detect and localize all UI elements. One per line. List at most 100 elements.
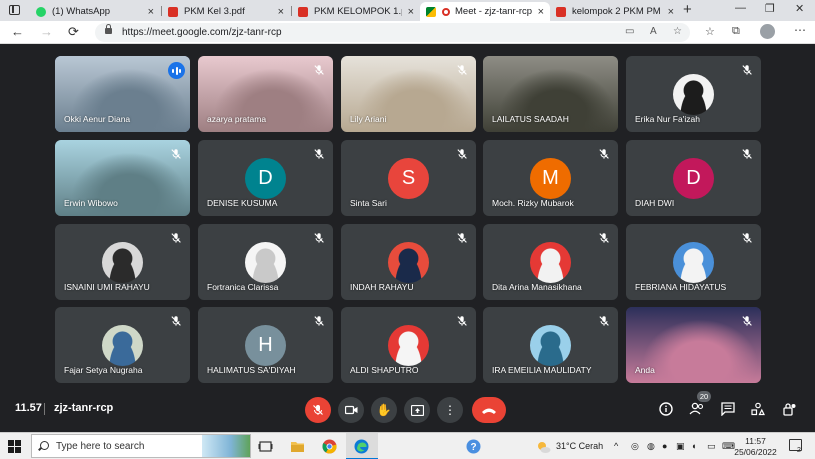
more-options-button[interactable]: ⋮ [437, 397, 463, 423]
participant-initial-avatar: S [388, 158, 429, 199]
participant-tile[interactable]: FEBRIANA HIDAYATUS [626, 224, 761, 300]
participant-tile[interactable]: M Moch. Rizky Mubarok [483, 140, 618, 216]
camera-toggle-button[interactable] [338, 397, 364, 423]
participant-tile[interactable]: D DENISE KUSUMA [198, 140, 333, 216]
participant-tile[interactable]: Okki Aenur Diana [55, 56, 190, 132]
present-icon [410, 404, 424, 416]
close-tab-icon[interactable]: × [278, 6, 284, 18]
tab-pkm-kelompok-1[interactable]: PKM KELOMPOK 1.pdf × [292, 2, 420, 21]
clock-time: 11:57 [745, 436, 766, 446]
tab-kelompok-2[interactable]: kelompok 2 PKM PM .pdf × [550, 2, 680, 21]
browser-tab-strip: (1) WhatsApp × PKM Kel 3.pdf × PKM KELOM… [0, 0, 815, 21]
participant-profile-photo [673, 242, 714, 283]
profile-avatar[interactable] [760, 24, 775, 39]
participant-tile[interactable]: INDAH RAHAYU [341, 224, 476, 300]
host-controls-button[interactable] [780, 400, 798, 418]
forward-arrow-icon[interactable]: → [40, 24, 53, 39]
pdf-icon [298, 6, 308, 17]
participant-tile[interactable]: Erwin Wibowo [55, 140, 190, 216]
participant-profile-photo [530, 242, 571, 283]
close-window-button[interactable]: ✕ [795, 2, 804, 15]
participant-tile[interactable]: Fajar Setya Nugraha [55, 307, 190, 383]
help-icon[interactable]: ? [466, 439, 481, 454]
search-highlight-image [202, 435, 250, 457]
show-everyone-button[interactable] [688, 400, 706, 418]
edge-icon [354, 439, 369, 454]
favorites-icon[interactable]: ☆ [705, 25, 715, 38]
close-tab-icon[interactable]: × [538, 6, 544, 18]
chat-icon [721, 402, 735, 416]
lock-icon [105, 24, 112, 34]
back-arrow-icon[interactable]: ← [11, 24, 24, 39]
taskbar-search-box[interactable]: Type here to search [31, 434, 251, 458]
close-tab-icon[interactable]: × [408, 6, 414, 18]
muted-mic-icon [456, 231, 468, 243]
favorite-add-icon[interactable]: ☆ [673, 26, 682, 37]
reload-icon[interactable]: ⟳ [68, 24, 79, 40]
hand-icon: ✋ [376, 403, 392, 417]
tray-security-icon[interactable]: ◍ [647, 441, 655, 452]
chrome-icon[interactable] [322, 439, 337, 454]
tray-app-icon[interactable]: ◎ [631, 441, 639, 452]
leave-call-button[interactable] [472, 397, 506, 423]
participant-name: FEBRIANA HIDAYATUS [635, 282, 727, 292]
window-menu-icon[interactable] [9, 5, 20, 15]
close-tab-icon[interactable]: × [148, 6, 154, 18]
participant-tile[interactable]: ALDI SHAPUTRO [341, 307, 476, 383]
participant-tile[interactable]: S Sinta Sari [341, 140, 476, 216]
participant-tile[interactable]: Lily Ariani [341, 56, 476, 132]
muted-mic-icon [741, 147, 753, 159]
pdf-icon [168, 6, 178, 17]
participant-profile-photo [388, 242, 429, 283]
participant-tile[interactable]: Anda [626, 307, 761, 383]
task-view-icon[interactable] [258, 439, 273, 454]
weather-text[interactable]: 31°C Cerah [556, 441, 603, 451]
participant-tile[interactable]: H HALIMATUS SA'DIYAH [198, 307, 333, 383]
participant-count-badge: 20 [697, 391, 711, 402]
participant-tile[interactable]: azarya pratama [198, 56, 333, 132]
address-bar[interactable]: https://meet.google.com/zjz-tanr-rcp ▭ A… [95, 23, 690, 42]
volume-icon[interactable]: ◖ [691, 441, 696, 451]
present-screen-button[interactable] [404, 397, 430, 423]
participant-profile-photo [245, 242, 286, 283]
collections-icon[interactable]: ⧉ [732, 25, 740, 38]
taskbar-clock[interactable]: 11:57 25/06/2022 [733, 436, 778, 458]
new-tab-button[interactable]: + [683, 1, 692, 18]
activities-button[interactable] [749, 400, 767, 418]
muted-mic-icon [313, 147, 325, 159]
participant-tile[interactable]: ISNAINI UMI RAHAYU [55, 224, 190, 300]
tab-pkm-kel-3[interactable]: PKM Kel 3.pdf × [162, 2, 290, 21]
muted-mic-icon [313, 63, 325, 75]
tab-whatsapp[interactable]: (1) WhatsApp × [30, 2, 160, 21]
tab-label: kelompok 2 PKM PM .pdf [572, 6, 662, 17]
maximize-button[interactable]: ❐ [765, 2, 775, 15]
system-tray-chevron-icon[interactable]: ^ [614, 441, 618, 451]
read-aloud-icon[interactable]: A [650, 26, 657, 37]
meeting-details-button[interactable] [657, 400, 675, 418]
search-placeholder: Type here to search [56, 441, 145, 452]
participant-tile[interactable]: D DIAH DWI [626, 140, 761, 216]
tray-alert-icon[interactable]: ● [662, 441, 667, 451]
participant-name: Sinta Sari [350, 198, 387, 208]
muted-mic-icon [598, 231, 610, 243]
tab-meet[interactable]: Meet - zjz-tanr-rcp × [420, 2, 550, 21]
participant-tile[interactable]: Erika Nur Fa'izah [626, 56, 761, 132]
minimize-button[interactable]: — [735, 2, 746, 14]
battery-icon[interactable]: ▭ [707, 441, 716, 452]
participant-tile[interactable]: Dita Arina Manasikhana [483, 224, 618, 300]
network-icon[interactable]: ▣ [676, 441, 685, 452]
close-tab-icon[interactable]: × [668, 6, 674, 18]
more-menu-icon[interactable]: ⋯ [794, 23, 806, 37]
chat-button[interactable] [719, 400, 737, 418]
raise-hand-button[interactable]: ✋ [371, 397, 397, 423]
participant-tile[interactable]: LAILATUS SAADAH [483, 56, 618, 132]
participant-tile[interactable]: IRA EMEILIA MAULIDATY [483, 307, 618, 383]
edge-taskbar-item[interactable] [346, 433, 378, 459]
windows-start-icon[interactable] [8, 440, 21, 453]
file-explorer-icon[interactable] [290, 439, 305, 454]
tab-label: (1) WhatsApp [52, 6, 111, 17]
camera-icon[interactable]: ▭ [625, 26, 634, 37]
mic-off-icon [313, 405, 323, 415]
microphone-toggle-button[interactable] [305, 397, 331, 423]
participant-tile[interactable]: Fortranica Clarissa [198, 224, 333, 300]
